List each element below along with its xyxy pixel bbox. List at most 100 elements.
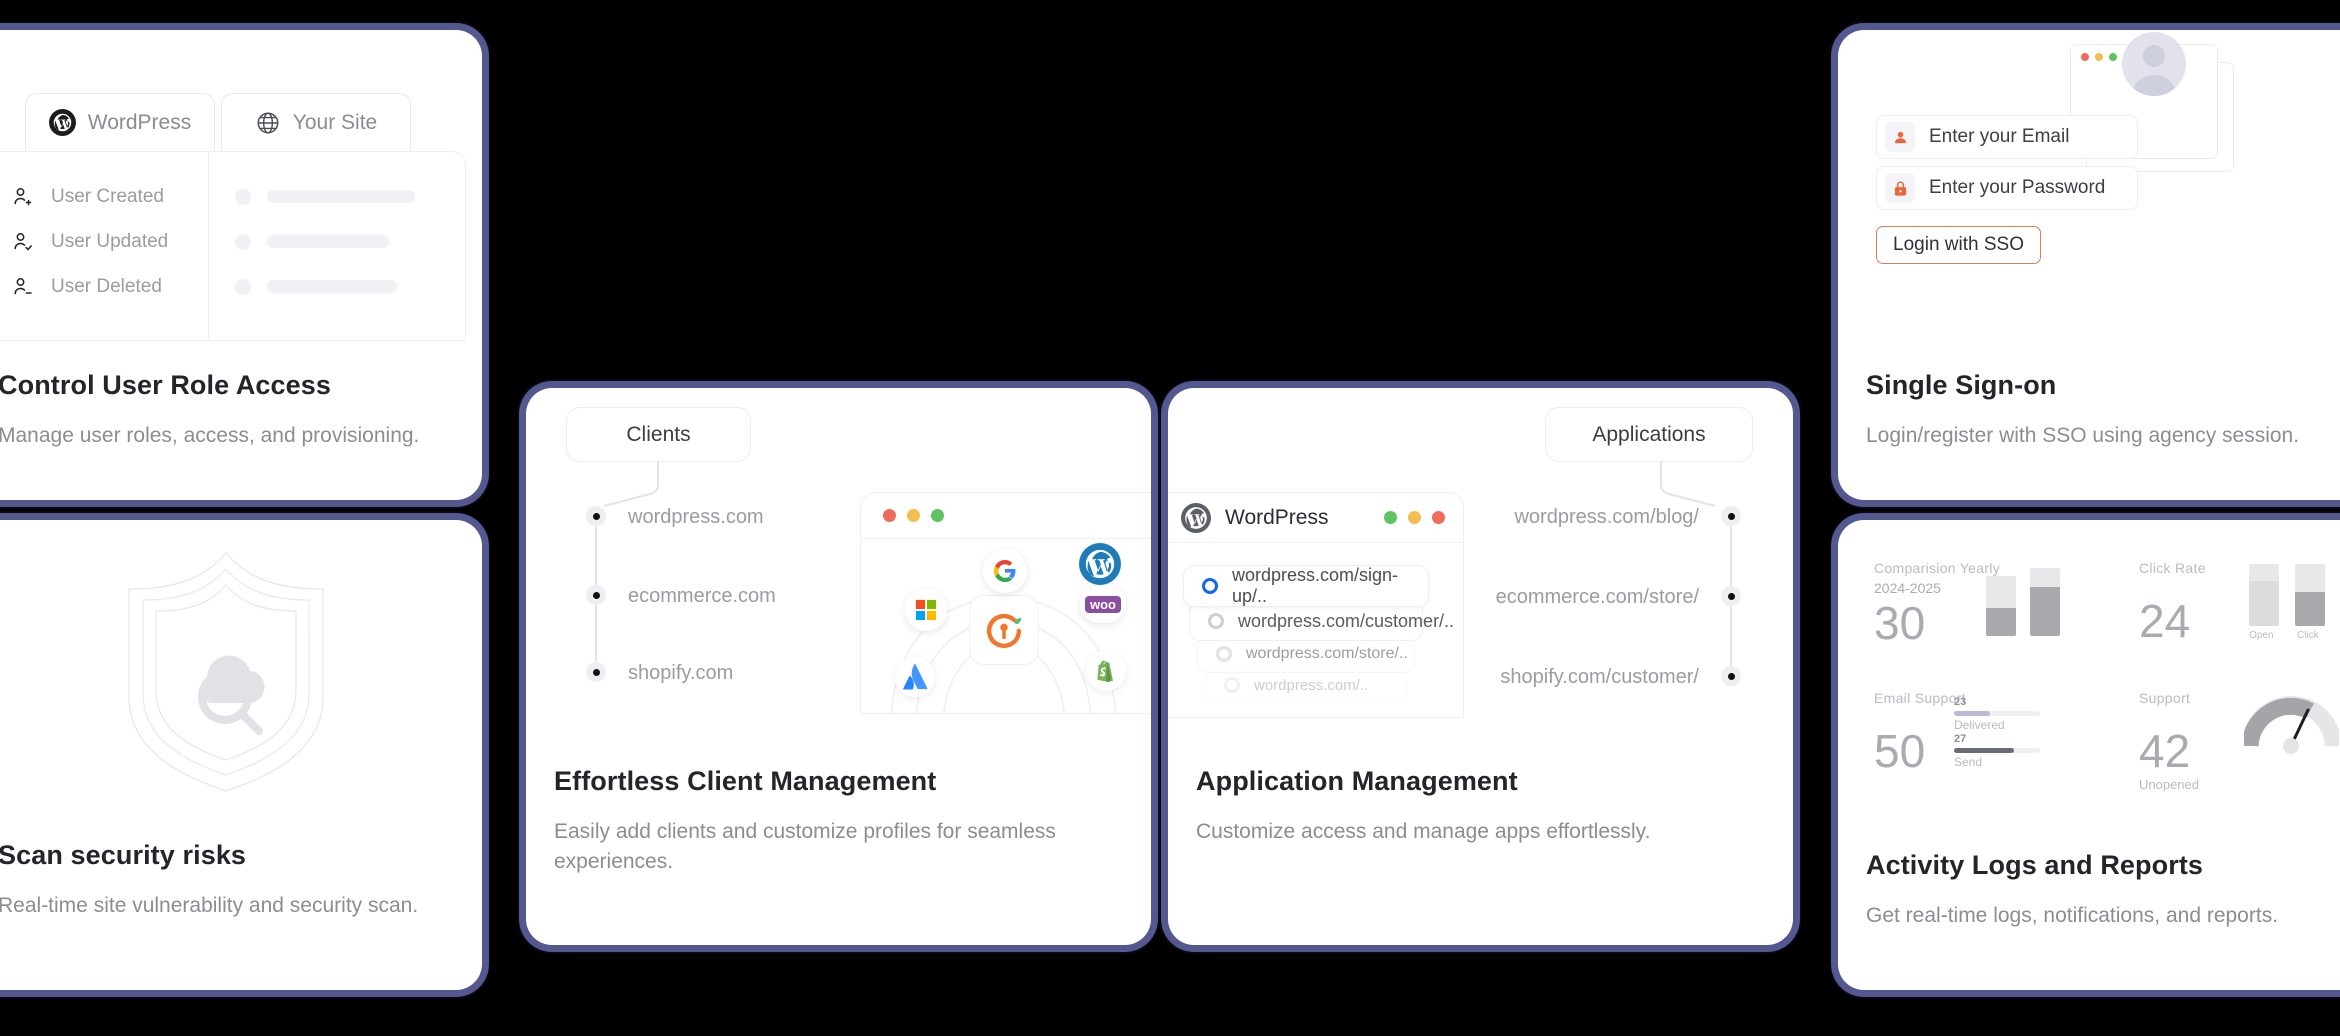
timeline-node bbox=[1721, 666, 1741, 686]
password-field[interactable]: Enter your Password bbox=[1876, 166, 2138, 210]
tab-wordpress-label: WordPress bbox=[87, 110, 192, 134]
login-with-sso-button[interactable]: Login with SSO bbox=[1876, 226, 2041, 264]
card-text-block: Scan security risks Real-time site vulne… bbox=[0, 840, 458, 921]
bar-label: Click bbox=[2297, 630, 2319, 641]
radio-icon bbox=[1224, 677, 1240, 693]
widget-progress-rows: 23 Delivered 27 Send bbox=[1954, 696, 2044, 769]
card-text-block: Application Management Customize access … bbox=[1196, 766, 1769, 847]
tab-wordpress[interactable]: WordPress bbox=[25, 93, 215, 151]
integrations-hub: woo bbox=[861, 539, 1151, 713]
placeholder-bar bbox=[267, 235, 389, 248]
card-text-block: Activity Logs and Reports Get real-time … bbox=[1866, 850, 2340, 931]
url-option-stack: wordpress.com/sign-up/.. wordpress.com/c… bbox=[1168, 543, 1463, 717]
sso-illustration: Enter your Email Enter your Password Log… bbox=[1838, 30, 2340, 330]
list-item-label: User Updated bbox=[51, 230, 169, 252]
user-minus-icon bbox=[11, 275, 35, 299]
role-events-placeholder-list bbox=[209, 152, 465, 340]
list-item[interactable]: User Updated bbox=[11, 219, 208, 264]
email-field-placeholder: Enter your Email bbox=[1929, 126, 2070, 147]
list-item-label: wordpress.com/.. bbox=[1254, 676, 1369, 694]
bar bbox=[2030, 568, 2060, 636]
window-title-bar: WordPress bbox=[1168, 493, 1463, 543]
placeholder-bar bbox=[267, 280, 397, 293]
tab-your-site[interactable]: Your Site bbox=[221, 93, 411, 151]
timeline-node bbox=[586, 506, 606, 526]
traffic-light-minimize[interactable] bbox=[2095, 53, 2103, 61]
shopify-icon bbox=[1086, 651, 1126, 691]
placeholder-row bbox=[235, 174, 465, 219]
page-title: Single Sign-on bbox=[1866, 370, 2057, 400]
card-description: Easily add clients and customize profile… bbox=[554, 820, 1056, 873]
card-description: Customize access and manage apps effortl… bbox=[1196, 820, 1651, 843]
card-description: Get real-time logs, notifications, and r… bbox=[1866, 904, 2279, 927]
card-application-management: Applications wordpress.com/blog/ ecommer… bbox=[1168, 388, 1793, 945]
progress-label: Delivered bbox=[1954, 718, 2005, 732]
traffic-lights bbox=[1384, 511, 1445, 524]
clients-chip-label: Clients bbox=[626, 422, 691, 446]
user-check-icon bbox=[11, 230, 35, 254]
woocommerce-icon: woo bbox=[1080, 585, 1126, 623]
widget-support: Support 42 Unopened bbox=[2139, 690, 2340, 792]
google-icon bbox=[983, 549, 1027, 593]
widget-comparision-yearly: Comparision Yearly 2024-2025 30 bbox=[1874, 560, 2094, 646]
list-item-label: User Created bbox=[51, 185, 164, 207]
list-item[interactable]: wordpress.com/customer/.. bbox=[1189, 601, 1454, 641]
card-text-block: Effortless Client Management Easily add … bbox=[554, 766, 1127, 877]
user-plus-icon bbox=[11, 185, 35, 209]
list-item[interactable]: User Created bbox=[11, 174, 208, 219]
radio-selected-icon bbox=[1202, 578, 1218, 594]
card-control-user-role-access: WordPress Your Site User Created User Up… bbox=[0, 30, 482, 500]
gauge-chart bbox=[2241, 694, 2340, 754]
clients-chip[interactable]: Clients bbox=[566, 407, 751, 462]
timeline-label: ecommerce.com bbox=[628, 585, 776, 607]
timeline-node bbox=[1721, 586, 1741, 606]
radio-icon bbox=[1208, 613, 1224, 629]
traffic-light-close[interactable] bbox=[1432, 511, 1445, 524]
traffic-light-minimize[interactable] bbox=[1408, 511, 1421, 524]
list-item[interactable]: User Deleted bbox=[11, 264, 208, 309]
placeholder-dot bbox=[235, 278, 251, 295]
progress-bar bbox=[1954, 711, 2040, 716]
widget-bars bbox=[1986, 566, 2086, 636]
traffic-light-maximize[interactable] bbox=[931, 509, 944, 522]
traffic-light-maximize[interactable] bbox=[2109, 53, 2117, 61]
timeline-label: wordpress.com/blog/ bbox=[1514, 506, 1699, 528]
list-item[interactable]: wordpress.com/sign-up/.. bbox=[1183, 565, 1429, 607]
placeholder-dot bbox=[235, 233, 251, 250]
window-title: WordPress bbox=[1225, 505, 1329, 529]
timeline-label: ecommerce.com/store/ bbox=[1495, 586, 1699, 608]
card-scan-security-risks: Scan security risks Real-time site vulne… bbox=[0, 520, 482, 990]
page-title: Effortless Client Management bbox=[554, 766, 937, 796]
page-title: Application Management bbox=[1196, 766, 1518, 796]
traffic-light-close[interactable] bbox=[883, 509, 896, 522]
applications-chip[interactable]: Applications bbox=[1545, 407, 1753, 462]
tab-your-site-label: Your Site bbox=[292, 110, 378, 134]
list-item-label: User Deleted bbox=[51, 275, 162, 297]
bar bbox=[1986, 576, 2016, 636]
card-description: Manage user roles, access, and provision… bbox=[0, 424, 420, 447]
placeholder-row bbox=[235, 264, 465, 309]
traffic-light-close[interactable] bbox=[2081, 53, 2089, 61]
avatar-icon bbox=[2122, 32, 2186, 96]
card-text-block: Single Sign-on Login/register with SSO u… bbox=[1866, 370, 2340, 451]
role-source-tabs: WordPress Your Site bbox=[25, 93, 411, 151]
widget-email-support: Email Support 50 23 Delivered 27 Send bbox=[1874, 690, 2114, 774]
timeline-label: shopify.com/customer/ bbox=[1500, 666, 1699, 688]
role-events-list: User Created User Updated User Deleted bbox=[0, 152, 209, 340]
bar bbox=[2249, 564, 2279, 626]
wordpress-icon bbox=[1181, 502, 1211, 533]
browser-title-bar bbox=[861, 493, 1151, 539]
email-field[interactable]: Enter your Email bbox=[1876, 115, 2138, 159]
traffic-light-maximize[interactable] bbox=[1384, 511, 1397, 524]
lock-icon bbox=[1885, 173, 1915, 203]
placeholder-row bbox=[235, 219, 465, 264]
card-effortless-client-management: Clients wordpress.com ecommerce.com shop… bbox=[526, 388, 1151, 945]
widget-click-rate: Click Rate 24 Open Click bbox=[2139, 560, 2340, 644]
progress-label: Send bbox=[1954, 755, 1983, 769]
list-item-label: wordpress.com/customer/.. bbox=[1238, 610, 1455, 631]
traffic-light-minimize[interactable] bbox=[907, 509, 920, 522]
card-single-sign-on: Enter your Email Enter your Password Log… bbox=[1838, 30, 2340, 500]
widget-bars: Open Click bbox=[2249, 564, 2340, 644]
shield-cloud-magnifier-icon bbox=[0, 540, 482, 800]
user-icon bbox=[1885, 122, 1915, 152]
